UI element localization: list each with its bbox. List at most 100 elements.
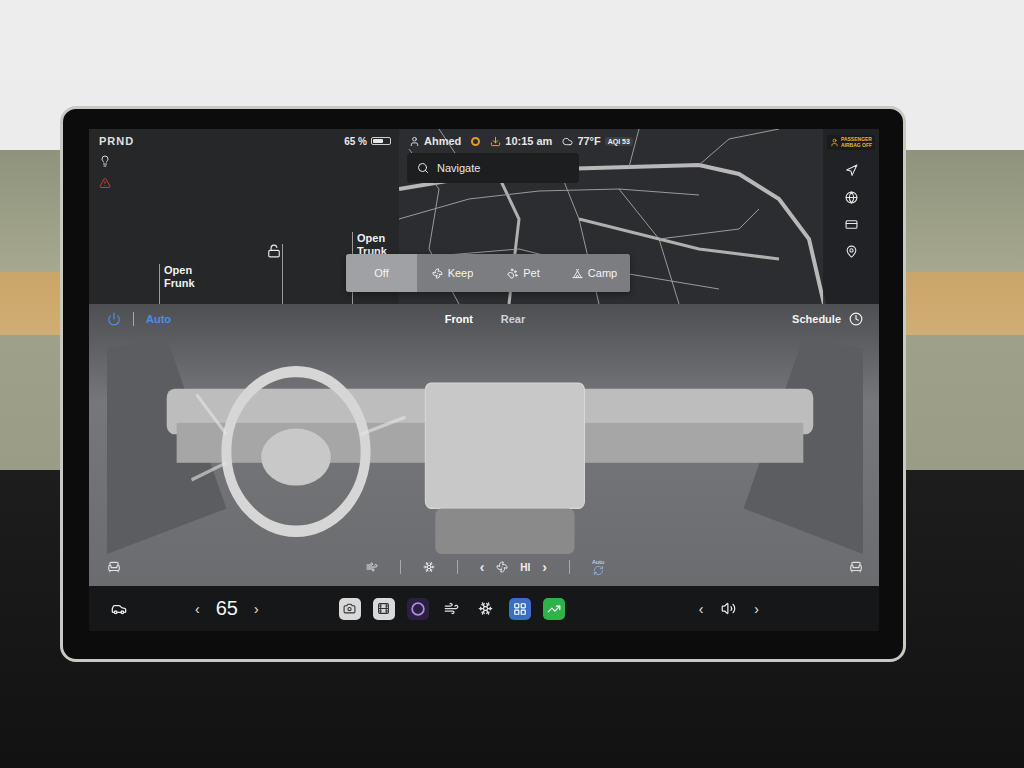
passenger-seat-heater-icon[interactable]	[849, 560, 863, 574]
compass-icon[interactable]	[845, 164, 858, 177]
clock-icon	[849, 312, 863, 326]
climate-mode-button[interactable]: Off	[346, 254, 417, 292]
mode-label: Camp	[588, 267, 617, 279]
top-row: PRND65 %Open FrunkOpen TrunkAhmed10:15 a…	[89, 129, 879, 304]
front-defrost-icon[interactable]	[366, 561, 378, 573]
open-frunk-label: Open Frunk	[164, 264, 198, 289]
outside-temperature: 77°F	[577, 135, 600, 147]
fan-decrease-button[interactable]: ‹	[480, 560, 485, 574]
user-name: Ahmed	[424, 135, 461, 147]
recirculation-button[interactable]: Auto	[592, 559, 604, 576]
gear-selector: PRND	[99, 135, 134, 147]
temperature-value: 65	[216, 597, 238, 620]
climate-mode-button[interactable]: Camp	[559, 254, 630, 292]
mode-icon	[507, 268, 518, 279]
seatbelt-warning-icon	[99, 177, 111, 189]
speaker-icon[interactable]	[721, 601, 736, 616]
card-icon[interactable]	[845, 218, 858, 231]
status-bar: Ahmed 10:15 am 77°F AQI 53	[407, 135, 823, 147]
all-apps-button[interactable]	[509, 598, 531, 620]
divider	[569, 560, 570, 574]
fan-speed: ‹ HI ›	[480, 560, 547, 574]
pin-icon[interactable]	[845, 245, 858, 258]
climate-mode-bar: Off Keep Pet Camp	[346, 254, 630, 292]
mode-label: Pet	[523, 267, 540, 279]
time: 10:15 am	[505, 135, 552, 147]
divider	[457, 560, 458, 574]
chart-icon	[547, 602, 561, 616]
zone-tabs: Front Rear	[445, 313, 526, 325]
divider	[133, 312, 134, 326]
battery-icon	[371, 137, 391, 145]
rear-defrost-icon[interactable]	[423, 561, 435, 573]
power-icon[interactable]	[107, 312, 121, 326]
climate-center-controls: ‹ HI › Auto	[366, 559, 605, 576]
search-placeholder: Navigate	[437, 162, 480, 174]
climate-header-left: Auto	[107, 312, 445, 326]
cloud-icon	[562, 136, 573, 147]
media-app[interactable]	[373, 598, 395, 620]
camera-icon	[343, 602, 356, 615]
climate-mode-button[interactable]: Keep	[417, 254, 488, 292]
weather: 77°F AQI 53	[562, 135, 633, 147]
auto-button[interactable]: Auto	[146, 313, 171, 325]
cabin-drawing-icon	[107, 326, 863, 554]
sentry-dot-icon	[471, 137, 480, 146]
mode-icon	[572, 268, 583, 279]
temp-increase-button[interactable]: ›	[254, 602, 259, 616]
lock-button[interactable]	[267, 244, 283, 304]
airbag-badge: PASSENGERAIRBAG OFF	[827, 135, 875, 150]
apps-grid-icon	[513, 602, 527, 616]
display: PRND65 %Open FrunkOpen TrunkAhmed10:15 a…	[89, 129, 879, 631]
app-tray	[339, 598, 565, 620]
fan-increase-button[interactable]: ›	[542, 560, 547, 574]
camera-app[interactable]	[339, 598, 361, 620]
energy-app[interactable]	[543, 598, 565, 620]
screen-bezel: PRND65 %Open FrunkOpen TrunkAhmed10:15 a…	[60, 106, 906, 662]
navigate-search[interactable]: Navigate	[407, 153, 579, 183]
mode-icon	[432, 268, 443, 279]
temperature-control: ‹ 65 ›	[195, 597, 259, 620]
toybox-app[interactable]	[407, 598, 429, 620]
fan-reading: HI	[520, 562, 530, 573]
headlight-icon	[99, 155, 111, 167]
mode-label: Off	[374, 267, 388, 279]
schedule-button[interactable]: Schedule	[525, 312, 863, 326]
recirculation-icon	[593, 565, 604, 576]
toybox-icon	[411, 602, 425, 616]
zone-tab[interactable]: Front	[445, 313, 473, 325]
wiper-button[interactable]	[441, 598, 463, 620]
car-header: PRND65 %	[99, 135, 391, 147]
page: PRND65 %Open FrunkOpen TrunkAhmed10:15 a…	[0, 0, 1024, 768]
open-frunk-button[interactable]: Open Frunk	[159, 264, 198, 304]
defrost-button[interactable]	[475, 598, 497, 620]
dock: ‹ 65 › ‹ ›	[89, 586, 879, 631]
media-icon	[377, 602, 390, 615]
schedule-label: Schedule	[792, 313, 841, 325]
airbag-icon	[830, 138, 839, 147]
clock: 10:15 am	[490, 135, 552, 147]
airbag-text: PASSENGERAIRBAG OFF	[841, 137, 872, 148]
globe-icon[interactable]	[845, 191, 858, 204]
download-icon	[490, 136, 501, 147]
mode-label: Keep	[448, 267, 474, 279]
climate-mode-button[interactable]: Pet	[488, 254, 559, 292]
volume-up-button[interactable]: ›	[754, 602, 759, 616]
driver-seat-heater-icon[interactable]	[107, 560, 121, 574]
car-icon[interactable]	[111, 601, 127, 617]
driver-profile[interactable]: Ahmed	[409, 135, 461, 147]
temp-decrease-button[interactable]: ‹	[195, 602, 200, 616]
climate-controls: ‹ HI › Auto	[107, 554, 863, 580]
volume-down-button[interactable]: ‹	[699, 602, 704, 616]
divider	[400, 560, 401, 574]
wiper-icon	[444, 601, 459, 616]
map-rail: PASSENGERAIRBAG OFF	[823, 129, 879, 304]
climate-header: Auto Front Rear Schedule	[107, 312, 863, 326]
battery-fill	[373, 139, 383, 143]
defrost-icon	[478, 601, 493, 616]
zone-tab[interactable]: Rear	[501, 313, 525, 325]
aqi-badge: AQI 53	[605, 137, 633, 146]
airbag-line: AIRBAG OFF	[841, 143, 872, 149]
recirc-label: Auto	[592, 559, 604, 565]
search-icon	[417, 162, 429, 174]
